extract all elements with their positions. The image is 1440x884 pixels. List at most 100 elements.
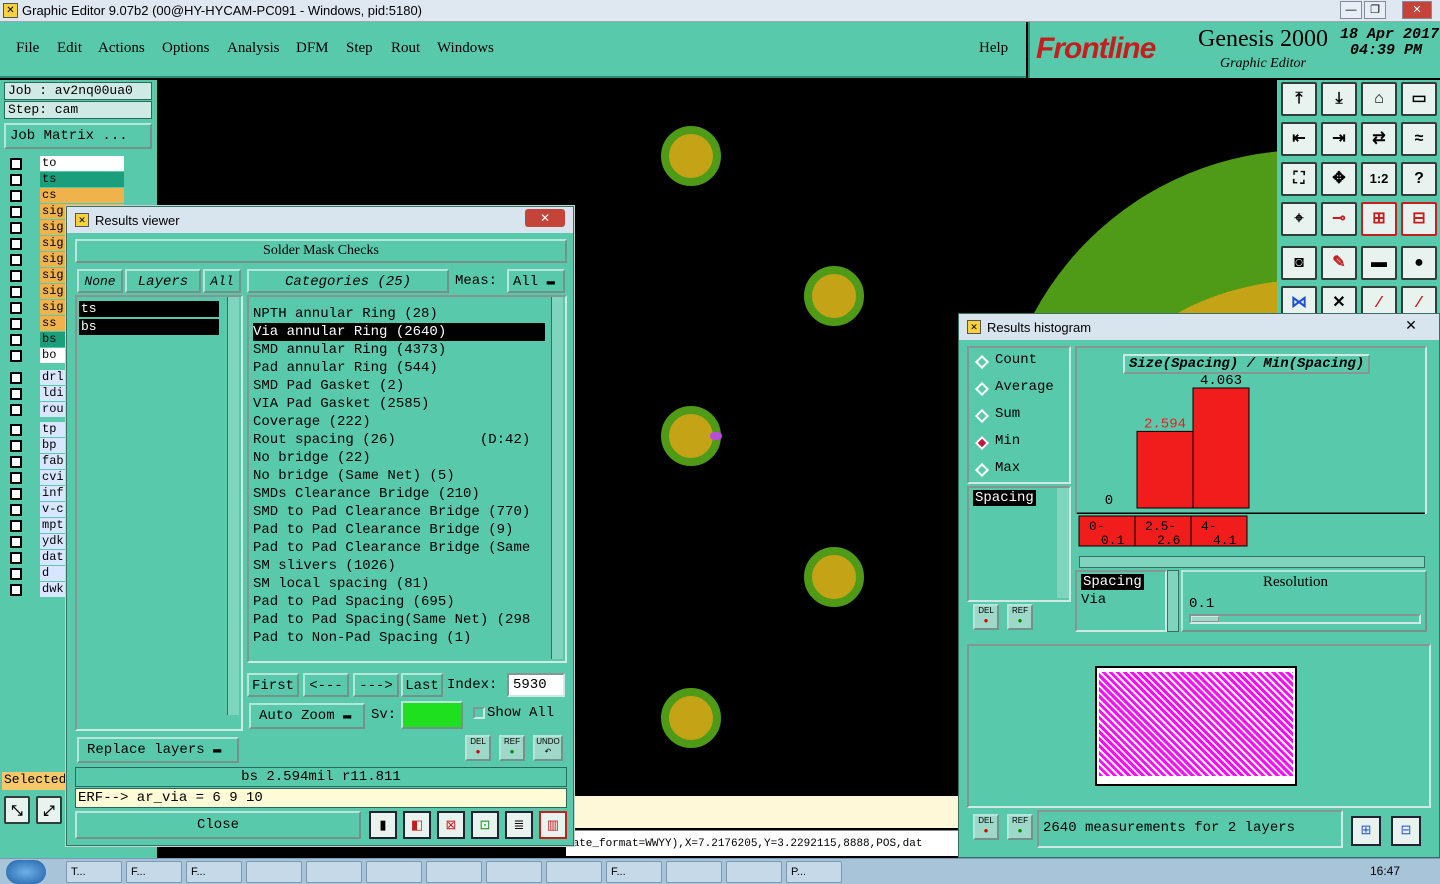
taskbar-item[interactable]: F... — [186, 861, 242, 883]
category-item[interactable]: Pad to Pad Spacing(Same Net) (298 — [253, 611, 530, 629]
category-item[interactable]: SM slivers (1026) — [253, 557, 396, 575]
undo-button[interactable]: UNDO ↶ — [533, 735, 563, 761]
menu-options[interactable]: Options — [162, 40, 210, 57]
minimize-icon[interactable]: — — [1340, 1, 1362, 19]
category-item[interactable]: NPTH annular Ring (28) — [253, 305, 438, 323]
panel-icon[interactable]: ▭ — [1401, 82, 1437, 116]
move-right-icon[interactable]: ⇥ — [1321, 122, 1357, 156]
menu-analysis[interactable]: Analysis — [227, 40, 280, 57]
net-icon[interactable]: ⊞ — [1361, 202, 1397, 236]
meas-dropdown[interactable]: All ▬ — [507, 269, 565, 293]
zoom-in-icon[interactable]: ⤡ — [4, 796, 30, 824]
categories-button[interactable]: Categories (25) — [247, 269, 449, 293]
ref-button-bottom[interactable]: REF ● — [1007, 814, 1033, 840]
slider-thumb[interactable] — [1191, 616, 1219, 622]
layer-row[interactable]: cs — [8, 188, 126, 204]
taskbar-item[interactable]: T... — [66, 861, 122, 883]
prev-button[interactable]: <--- — [303, 673, 349, 697]
next-button[interactable]: ---> — [353, 673, 399, 697]
home-icon[interactable]: ⌂ — [1361, 82, 1397, 116]
spacing-option[interactable]: Spacing — [1081, 574, 1144, 590]
layer-checkbox[interactable] — [10, 286, 22, 298]
sv-color-dropdown[interactable] — [401, 701, 463, 729]
menu-actions[interactable]: Actions — [98, 40, 145, 57]
category-item[interactable]: VIA Pad Gasket (2585) — [253, 395, 429, 413]
swap-icon[interactable]: ⇄ — [1361, 122, 1397, 156]
taskbar-item[interactable]: P... — [786, 861, 842, 883]
layer-checkbox[interactable] — [10, 190, 22, 202]
layer-checkbox[interactable] — [10, 456, 22, 468]
layer-checkbox[interactable] — [10, 174, 22, 186]
scrollbar[interactable] — [551, 297, 563, 659]
layer-row[interactable]: ts — [8, 172, 126, 188]
resolution-slider[interactable] — [1189, 614, 1421, 624]
layer-item[interactable]: ts — [79, 301, 219, 317]
spacing-item[interactable]: Spacing — [973, 490, 1036, 506]
layer-checkbox[interactable] — [10, 222, 22, 234]
layer-item[interactable]: bs — [79, 319, 219, 335]
number-icon[interactable]: ⊡ — [471, 811, 499, 839]
layer-checkbox[interactable] — [10, 520, 22, 532]
taskbar-item[interactable] — [306, 861, 362, 883]
switch-icon[interactable]: ≈ — [1401, 122, 1437, 156]
ref-button[interactable]: REF ● — [499, 735, 525, 761]
layer-checkbox[interactable] — [10, 388, 22, 400]
export-icon[interactable]: ⊞ — [1351, 816, 1381, 846]
layer-checkbox[interactable] — [10, 424, 22, 436]
category-item[interactable]: Rout spacing (26) (D:42) — [253, 431, 530, 449]
layer-row[interactable]: to — [8, 156, 126, 172]
layer-checkbox[interactable] — [10, 504, 22, 516]
zoom-out-icon[interactable]: ⤢ — [36, 796, 62, 824]
ruler-icon[interactable]: ▬ — [1361, 246, 1397, 280]
scale-icon[interactable]: 1:2 — [1361, 162, 1397, 196]
histogram-bar[interactable] — [1136, 430, 1194, 509]
pass-icon[interactable]: ▮ — [369, 811, 397, 839]
taskbar-item[interactable]: F... — [126, 861, 182, 883]
del-button-bottom[interactable]: DEL ● — [973, 814, 999, 840]
close-icon[interactable]: ✕ — [525, 209, 565, 227]
category-item[interactable]: No bridge (Same Net) (5) — [253, 467, 455, 485]
category-item[interactable]: Pad to Pad Clearance Bridge (9) — [253, 521, 513, 539]
layer-checkbox[interactable] — [10, 404, 22, 416]
layer-checkbox[interactable] — [10, 254, 22, 266]
layer-checkbox[interactable] — [10, 206, 22, 218]
layer-top-icon[interactable]: ⤒ — [1281, 82, 1317, 116]
close-icon[interactable]: ✕ — [1389, 316, 1433, 334]
layers-button[interactable]: Layers — [125, 269, 201, 293]
draw-icon[interactable]: ✎ — [1321, 246, 1357, 280]
print-icon[interactable]: ⊟ — [1391, 816, 1421, 846]
start-icon[interactable] — [6, 860, 46, 884]
menu-step[interactable]: Step — [346, 40, 373, 57]
del-button[interactable]: DEL ● — [973, 604, 999, 630]
scrollbar[interactable] — [1057, 488, 1069, 598]
last-button[interactable]: Last — [401, 673, 443, 697]
scrollbar[interactable] — [1167, 570, 1179, 632]
category-item[interactable]: No bridge (22) — [253, 449, 371, 467]
job-matrix-button[interactable]: Job Matrix ... — [4, 123, 152, 149]
layer-checkbox[interactable] — [10, 372, 22, 384]
layer-checkbox[interactable] — [10, 488, 22, 500]
taskbar-item[interactable] — [666, 861, 722, 883]
taskbar-item[interactable] — [546, 861, 602, 883]
menu-help[interactable]: Help — [979, 40, 1008, 57]
taskbar-item[interactable]: F... — [606, 861, 662, 883]
close-icon[interactable]: ✕ — [1402, 1, 1432, 19]
via-option[interactable]: Via — [1081, 592, 1106, 608]
layer-checkbox[interactable] — [10, 552, 22, 564]
select-icon[interactable]: ◙ — [1281, 246, 1317, 280]
layer-checkbox[interactable] — [10, 158, 22, 170]
category-item[interactable]: Coverage (222) — [253, 413, 371, 431]
category-item[interactable]: Pad to Pad Spacing (695) — [253, 593, 455, 611]
menu-rout[interactable]: Rout — [391, 40, 420, 57]
category-item[interactable]: SMD to Pad Clearance Bridge (770) — [253, 503, 530, 521]
record-icon[interactable]: ◧ — [403, 811, 431, 839]
layer-checkbox[interactable] — [10, 568, 22, 580]
category-item[interactable]: SMD Pad Gasket (2) — [253, 377, 404, 395]
taskbar-item[interactable] — [726, 861, 782, 883]
scrollbar[interactable] — [227, 297, 239, 715]
layer-checkbox[interactable] — [10, 350, 22, 362]
category-item[interactable]: Pad annular Ring (544) — [253, 359, 438, 377]
error-icon[interactable]: ⊠ — [437, 811, 465, 839]
dot-icon[interactable]: ● — [1401, 246, 1437, 280]
menu-edit[interactable]: Edit — [57, 40, 82, 57]
